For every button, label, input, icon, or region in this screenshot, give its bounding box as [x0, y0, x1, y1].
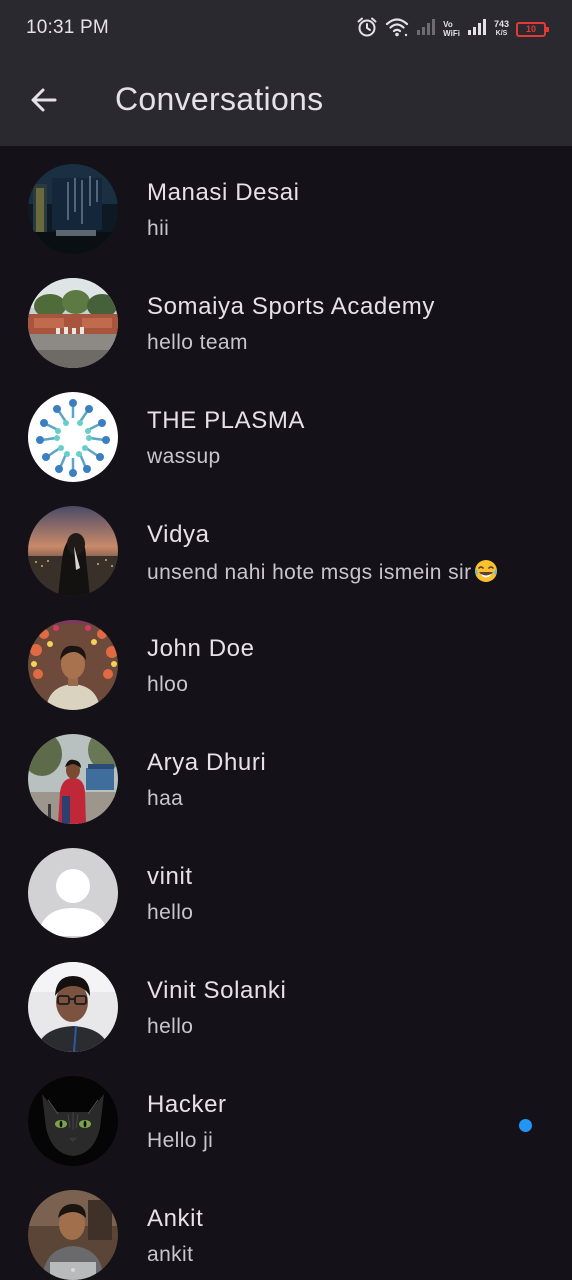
status-icons: Vo WiFi 743 K/S 10 [356, 16, 549, 43]
conversation-name: Vidya [147, 521, 210, 548]
conversation-name: John Doe [147, 635, 255, 662]
conversation-item[interactable]: Vinit Solanki hello [0, 944, 572, 1058]
conversation-name: vinit [147, 863, 193, 890]
conversation-last-message: haa [147, 787, 184, 810]
conversation-item[interactable]: Manasi Desai hii [0, 146, 572, 260]
default-avatar-icon [28, 848, 118, 938]
status-time: 10:31 PM [26, 17, 109, 38]
avatar [28, 278, 118, 368]
avatar [28, 962, 118, 1052]
battery-icon: 10 [516, 21, 549, 37]
app-bar: Conversations [0, 56, 572, 146]
conversation-item[interactable]: Somaiya Sports Academy hello team [0, 260, 572, 374]
conversation-name: THE PLASMA [147, 407, 306, 434]
vowifi-icon: Vo WiFi [443, 20, 460, 38]
conversation-last-message: hello team [147, 331, 248, 354]
back-button[interactable] [20, 78, 68, 126]
conversation-item[interactable]: THE PLASMA wassup [0, 374, 572, 488]
conversation-name: Ankit [147, 1205, 204, 1232]
conversation-list[interactable]: Manasi Desai hii Somaiya Sports Academy … [0, 146, 572, 1280]
conversation-last-message: unsend nahi hote msgs ismein sir [147, 559, 498, 585]
conversation-last-message: hello [147, 901, 194, 924]
signal-icon [467, 18, 487, 41]
conversation-item[interactable]: Hacker Hello ji [0, 1058, 572, 1172]
conversation-item[interactable]: Arya Dhuri haa [0, 716, 572, 830]
laughing-tears-emoji [475, 560, 498, 582]
conversation-name: Arya Dhuri [147, 749, 267, 776]
avatar [28, 164, 118, 254]
conversation-last-message: hello [147, 1015, 194, 1038]
conversation-item[interactable]: Ankit ankit [0, 1172, 572, 1280]
conversation-item[interactable]: Vidya unsend nahi hote msgs ismein sir [0, 488, 572, 602]
conversation-last-message: hii [147, 217, 170, 240]
battery-level: 10 [525, 23, 536, 34]
conversation-name: Manasi Desai [147, 179, 300, 206]
conversation-last-message: hloo [147, 673, 189, 696]
conversation-name: Hacker [147, 1091, 227, 1118]
net-speed: 743 K/S [493, 19, 509, 38]
page-title: Conversations [115, 81, 324, 117]
avatar [28, 392, 118, 482]
conversation-item[interactable]: vinit hello [0, 830, 572, 944]
wifi-icon [385, 16, 409, 43]
avatar [28, 620, 118, 710]
conversation-last-message: Hello ji [147, 1129, 214, 1152]
alarm-icon [356, 16, 378, 43]
status-bar: 10:31 PM Vo WiFi 743 K/S 10 [0, 0, 572, 56]
avatar [28, 1190, 118, 1280]
avatar [28, 1076, 118, 1166]
signal-icon [416, 18, 436, 41]
avatar [28, 506, 118, 596]
conversation-item[interactable]: John Doe hloo [0, 602, 572, 716]
conversation-last-message: ankit [147, 1243, 194, 1266]
unread-indicator [519, 1119, 532, 1132]
conversation-last-message: wassup [147, 445, 221, 468]
avatar [28, 734, 118, 824]
conversation-name: Somaiya Sports Academy [147, 293, 435, 320]
arrow-back-icon [29, 85, 59, 120]
conversation-name: Vinit Solanki [147, 977, 287, 1004]
